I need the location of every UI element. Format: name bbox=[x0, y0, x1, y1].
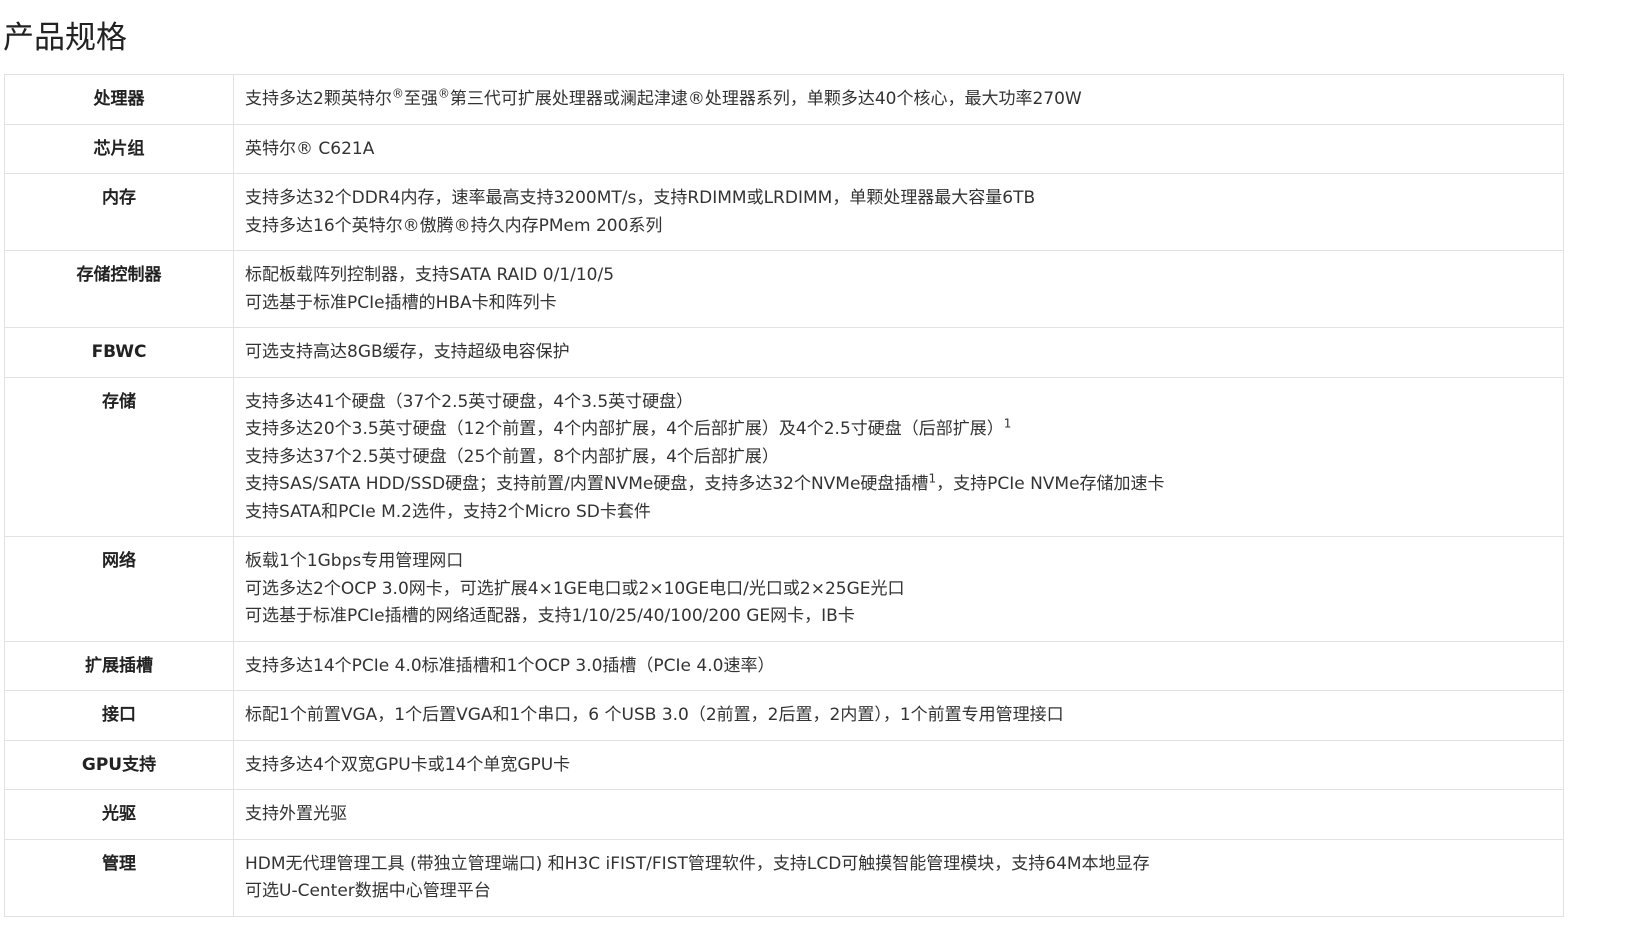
spec-text: 第三代可扩展处理器或澜起津逮®处理器系列，单颗多达40个核心，最大功率270W bbox=[449, 89, 1082, 109]
spec-text: 支持多达2颗英特尔 bbox=[245, 89, 392, 109]
spec-value-line: 可选基于标准PCIe插槽的网络适配器，支持1/10/25/40/100/200 … bbox=[245, 603, 1563, 631]
spec-label: 芯片组 bbox=[4, 123, 234, 174]
spec-row: 芯片组 英特尔® C621A bbox=[4, 123, 1564, 174]
spec-label: 光驱 bbox=[4, 789, 234, 840]
spec-value-line: 支持多达16个英特尔®傲腾®持久内存PMem 200系列 bbox=[245, 213, 1563, 241]
spec-text: 支持多达41个硬盘（37个2.5英寸硬盘，4个3.5英寸硬盘） bbox=[245, 391, 694, 412]
spec-label: GPU支持 bbox=[4, 739, 234, 790]
spec-text: 可选U-Center数据中心管理平台 bbox=[245, 881, 491, 901]
spec-value-line: 标配1个前置VGA，1个后置VGA和1个串口，6 个USB 3.0（2前置，2后… bbox=[245, 702, 1563, 730]
spec-text: 支持多达37个2.5英寸硬盘（25个前置，8个内部扩展，4个后部扩展） bbox=[245, 446, 779, 467]
spec-value-line: 支持SAS/SATA HDD/SSD硬盘；支持前置/内置NVMe硬盘，支持多达3… bbox=[245, 471, 1563, 499]
spec-value-line: 支持多达41个硬盘（37个2.5英寸硬盘，4个3.5英寸硬盘） bbox=[245, 389, 1563, 417]
spec-row: 内存 支持多达32个DDR4内存，速率最高支持3200MT/s，支持RDIMM或L… bbox=[4, 173, 1564, 251]
spec-row: 处理器 支持多达2颗英特尔®至强®第三代可扩展处理器或澜起津逮®处理器系列，单颗多… bbox=[4, 74, 1564, 125]
spec-text: 支持SATA和PCIe M.2选件，支持2个Micro SD卡套件 bbox=[245, 501, 651, 522]
spec-value-line: 标配板载阵列控制器，支持SATA RAID 0/1/10/5 bbox=[245, 262, 1563, 290]
spec-text: 标配板载阵列控制器，支持SATA RAID 0/1/10/5 bbox=[245, 265, 615, 285]
spec-label: 管理 bbox=[4, 838, 234, 917]
spec-row: 存储控制器 标配板载阵列控制器，支持SATA RAID 0/1/10/5 可选基于标… bbox=[4, 250, 1564, 328]
spec-value: 支持多达2颗英特尔®至强®第三代可扩展处理器或澜起津逮®处理器系列，单颗多达40… bbox=[233, 74, 1564, 125]
spec-text: HDM无代理管理工具 (带独立管理端口) 和H3C iFIST/FIST管理软件… bbox=[245, 853, 1150, 874]
spec-value: 英特尔® C621A bbox=[233, 123, 1564, 174]
superscript-mark: 1 bbox=[1003, 416, 1012, 431]
spec-label: 内存 bbox=[4, 173, 234, 251]
spec-text: 可选支持高达8GB缓存，支持超级电容保护 bbox=[245, 342, 570, 362]
spec-row: FBWC 可选支持高达8GB缓存，支持超级电容保护 bbox=[4, 327, 1564, 378]
superscript-mark: ® bbox=[391, 86, 404, 101]
spec-text: ，支持PCIe NVMe存储加速卡 bbox=[936, 474, 1165, 494]
spec-label: 网络 bbox=[4, 536, 234, 642]
spec-value-line: HDM无代理管理工具 (带独立管理端口) 和H3C iFIST/FIST管理软件… bbox=[245, 851, 1563, 879]
spec-text: 支持SAS/SATA HDD/SSD硬盘；支持前置/内置NVMe硬盘，支持多达3… bbox=[245, 474, 929, 494]
spec-row: 光驱 支持外置光驱 bbox=[4, 789, 1564, 840]
spec-value-line: 板载1个1Gbps专用管理网口 bbox=[245, 548, 1563, 576]
spec-value: 支持多达4个双宽GPU卡或14个单宽GPU卡 bbox=[233, 739, 1564, 790]
spec-label: 存储 bbox=[4, 376, 234, 537]
spec-value-line: 支持多达4个双宽GPU卡或14个单宽GPU卡 bbox=[245, 752, 1563, 780]
spec-text: 标配1个前置VGA，1个后置VGA和1个串口，6 个USB 3.0（2前置，2后… bbox=[245, 705, 1064, 725]
spec-text: 可选多达2个OCP 3.0网卡，可选扩展4×1GE电口或2×10GE电口/光口或… bbox=[245, 578, 905, 599]
superscript-mark: 1 bbox=[928, 471, 937, 486]
spec-text: 支持多达14个PCIe 4.0标准插槽和1个OCP 3.0插槽（PCIe 4.0… bbox=[245, 655, 775, 676]
spec-value-line: 支持SATA和PCIe M.2选件，支持2个Micro SD卡套件 bbox=[245, 499, 1563, 527]
page-title: 产品规格 bbox=[3, 20, 127, 56]
spec-row: 管理 HDM无代理管理工具 (带独立管理端口) 和H3C iFIST/FIST管理… bbox=[4, 838, 1564, 917]
spec-value: HDM无代理管理工具 (带独立管理端口) 和H3C iFIST/FIST管理软件… bbox=[233, 838, 1564, 917]
spec-text: 可选基于标准PCIe插槽的网络适配器，支持1/10/25/40/100/200 … bbox=[245, 606, 855, 626]
spec-text: 英特尔® C621A bbox=[245, 138, 375, 159]
spec-table: 处理器 支持多达2颗英特尔®至强®第三代可扩展处理器或澜起津逮®处理器系列，单颗多… bbox=[4, 74, 1564, 917]
spec-row: GPU支持 支持多达4个双宽GPU卡或14个单宽GPU卡 bbox=[4, 739, 1564, 790]
spec-value-line: 可选支持高达8GB缓存，支持超级电容保护 bbox=[245, 339, 1563, 367]
spec-row: 网络 板载1个1Gbps专用管理网口可选多达2个OCP 3.0网卡，可选扩展4×1… bbox=[4, 536, 1564, 642]
spec-label: 存储控制器 bbox=[4, 250, 234, 328]
spec-value: 支持多达14个PCIe 4.0标准插槽和1个OCP 3.0插槽（PCIe 4.0… bbox=[233, 640, 1564, 691]
spec-value-line: 可选基于标准PCIe插槽的HBA卡和阵列卡 bbox=[245, 290, 1563, 318]
spec-text: 支持多达32个DDR4内存，速率最高支持3200MT/s，支持RDIMM或LRD… bbox=[245, 188, 1036, 208]
spec-value: 支持多达41个硬盘（37个2.5英寸硬盘，4个3.5英寸硬盘） 支持多达20个3.… bbox=[233, 376, 1564, 537]
spec-label: 接口 bbox=[4, 690, 234, 741]
spec-value-line: 支持多达14个PCIe 4.0标准插槽和1个OCP 3.0插槽（PCIe 4.0… bbox=[245, 653, 1563, 681]
spec-value: 支持多达32个DDR4内存，速率最高支持3200MT/s，支持RDIMM或LRD… bbox=[233, 173, 1564, 251]
spec-text: 可选基于标准PCIe插槽的HBA卡和阵列卡 bbox=[245, 292, 557, 313]
spec-value: 板载1个1Gbps专用管理网口可选多达2个OCP 3.0网卡，可选扩展4×1GE… bbox=[233, 536, 1564, 642]
spec-value: 标配1个前置VGA，1个后置VGA和1个串口，6 个USB 3.0（2前置，2后… bbox=[233, 690, 1564, 741]
spec-text: 支持多达4个双宽GPU卡或14个单宽GPU卡 bbox=[245, 754, 571, 775]
spec-text: 支持多达16个英特尔®傲腾®持久内存PMem 200系列 bbox=[245, 215, 663, 236]
spec-label: 处理器 bbox=[4, 74, 234, 125]
spec-text: 支持外置光驱 bbox=[245, 804, 347, 824]
spec-row: 接口 标配1个前置VGA，1个后置VGA和1个串口，6 个USB 3.0（2前置，… bbox=[4, 690, 1564, 741]
spec-value-line: 支持多达2颗英特尔®至强®第三代可扩展处理器或澜起津逮®处理器系列，单颗多达40… bbox=[245, 86, 1563, 114]
spec-text: 至强 bbox=[403, 89, 438, 109]
spec-value: 支持外置光驱 bbox=[233, 789, 1564, 840]
spec-value-line: 英特尔® C621A bbox=[245, 136, 1563, 164]
spec-text: 支持多达20个3.5英寸硬盘（12个前置，4个内部扩展，4个后部扩展）及4个2.… bbox=[245, 419, 1004, 439]
spec-value-line: 支持外置光驱 bbox=[245, 801, 1563, 829]
spec-table-body: 处理器 支持多达2颗英特尔®至强®第三代可扩展处理器或澜起津逮®处理器系列，单颗多… bbox=[4, 74, 1564, 917]
spec-value-line: 可选多达2个OCP 3.0网卡，可选扩展4×1GE电口或2×10GE电口/光口或… bbox=[245, 576, 1563, 604]
spec-text: 板载1个1Gbps专用管理网口 bbox=[245, 551, 464, 571]
spec-row: 存储 支持多达41个硬盘（37个2.5英寸硬盘，4个3.5英寸硬盘） 支持多达20个… bbox=[4, 376, 1564, 537]
spec-value-line: 可选U-Center数据中心管理平台 bbox=[245, 878, 1563, 906]
spec-value-line: 支持多达20个3.5英寸硬盘（12个前置，4个内部扩展，4个后部扩展）及4个2.… bbox=[245, 416, 1563, 444]
spec-value-line: 支持多达32个DDR4内存，速率最高支持3200MT/s，支持RDIMM或LRD… bbox=[245, 185, 1563, 213]
superscript-mark: ® bbox=[437, 86, 450, 101]
spec-value-line: 支持多达37个2.5英寸硬盘（25个前置，8个内部扩展，4个后部扩展） bbox=[245, 444, 1563, 472]
spec-row: 扩展插槽 支持多达14个PCIe 4.0标准插槽和1个OCP 3.0插槽（PCIe… bbox=[4, 640, 1564, 691]
spec-value: 可选支持高达8GB缓存，支持超级电容保护 bbox=[233, 327, 1564, 378]
spec-label: FBWC bbox=[4, 327, 234, 378]
spec-value: 标配板载阵列控制器，支持SATA RAID 0/1/10/5 可选基于标准PCIe… bbox=[233, 250, 1564, 328]
spec-label: 扩展插槽 bbox=[4, 640, 234, 691]
